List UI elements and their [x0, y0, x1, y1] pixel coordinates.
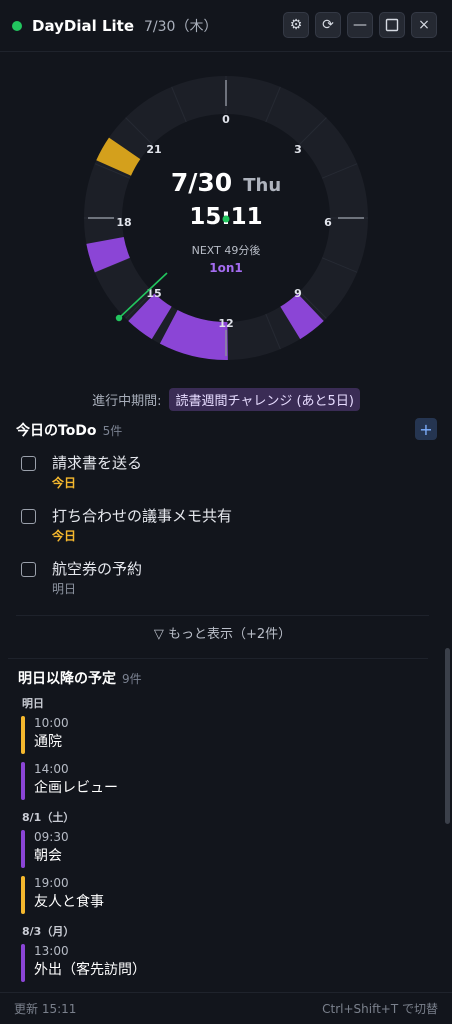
add-todo-button[interactable]: + — [415, 418, 437, 440]
next-label: NEXT 49分後 — [192, 243, 261, 257]
app-title: DayDial Lite — [32, 16, 135, 35]
todo-checkbox[interactable] — [21, 509, 36, 524]
todo-text: 航空券の予約 — [52, 560, 143, 578]
upcoming-section: 明日以降の予定 9件 明日 10:00 通院 14:00 企画レビュー 8/1（… — [0, 666, 445, 988]
active-period: 進行中期間: 読書週間チャレンジ (あと5日) — [0, 388, 452, 411]
maximize-button[interactable] — [379, 12, 405, 38]
event-color-bar — [21, 944, 25, 982]
hour-label-15: 15 — [146, 287, 161, 300]
next-event[interactable]: 1on1 — [209, 261, 243, 275]
close-button[interactable]: × — [411, 12, 437, 38]
now-hand-dot — [115, 314, 123, 322]
event-color-bar — [21, 716, 25, 754]
maximize-icon — [385, 18, 399, 32]
hour-label-3: 3 — [294, 143, 302, 156]
day-label: 明日 — [22, 697, 44, 710]
hour-label-18: 18 — [116, 216, 131, 229]
event-title: 友人と食事 — [34, 894, 104, 910]
event-time: 19:00 — [34, 876, 69, 890]
period-label: 進行中期間: — [92, 394, 162, 409]
event-item[interactable]: 13:00 外出（客先訪問） — [0, 942, 445, 988]
todo-header: 今日のToDo 5件 + — [0, 418, 445, 442]
center-now-dot — [222, 215, 230, 223]
updated-time: 更新 15:11 — [14, 1002, 77, 1016]
todo-text: 打ち合わせの議事メモ共有 — [52, 507, 233, 525]
todo-text: 請求書を送る — [52, 454, 143, 472]
minimize-icon: — — [353, 17, 367, 33]
window-controls: ⚙ ⟳ — × — [283, 12, 437, 38]
event-time: 14:00 — [34, 762, 69, 776]
event-item[interactable]: 10:00 通院 — [0, 714, 445, 760]
refresh-icon: ⟳ — [322, 17, 334, 33]
event-title: 企画レビュー — [34, 780, 118, 796]
period-badge[interactable]: 読書週間チャレンジ (あと5日) — [169, 388, 360, 411]
dial-svg: 0 3 6 9 12 15 18 21 7/30 Thu 15:11 NEXT … — [84, 76, 368, 360]
event-color-bar — [21, 830, 25, 868]
refresh-button[interactable]: ⟳ — [315, 12, 341, 38]
event-time: 10:00 — [34, 716, 69, 730]
event-title: 朝会 — [34, 848, 62, 864]
event-item[interactable]: 19:00 友人と食事 — [0, 874, 445, 920]
hour-label-0: 0 — [222, 113, 230, 126]
day-label: 8/1（土） — [22, 811, 75, 824]
close-icon: × — [418, 17, 430, 33]
event-title: 通院 — [34, 734, 62, 750]
center-date: 7/30 Thu — [171, 168, 281, 197]
scrollbar[interactable] — [445, 648, 450, 824]
todo-due: 今日 — [52, 476, 77, 490]
day-dial: 0 3 6 9 12 15 18 21 7/30 Thu 15:11 NEXT … — [0, 60, 452, 380]
status-dot-icon — [12, 20, 22, 31]
event-color-bar — [21, 876, 25, 914]
title-bar: DayDial Lite 7/30（木） ⚙ ⟳ — × — [0, 0, 452, 52]
minimize-button[interactable]: — — [347, 12, 373, 38]
todo-due: 明日 — [52, 582, 77, 596]
event-color-bar — [21, 762, 25, 800]
upcoming-list: 明日 10:00 通院 14:00 企画レビュー 8/1（土） 09:30 朝会… — [0, 694, 445, 988]
status-bar: 更新 15:11 Ctrl+Shift+T で切替 — [0, 992, 452, 1024]
event-time: 09:30 — [34, 830, 69, 844]
todo-checkbox[interactable] — [21, 562, 36, 577]
event-item[interactable]: 09:30 朝会 — [0, 828, 445, 874]
title-date: 7/30（木） — [144, 18, 218, 35]
hour-label-9: 9 — [294, 287, 302, 300]
todo-section: 今日のToDo 5件 + 請求書を送る 今日 打ち合わせの議事メモ共有 今日 航… — [0, 418, 445, 649]
upcoming-title: 明日以降の予定 — [18, 671, 116, 687]
section-divider — [8, 658, 428, 659]
settings-button[interactable]: ⚙ — [283, 12, 309, 38]
hour-label-21: 21 — [146, 143, 161, 156]
event-title: 外出（客先訪問） — [34, 962, 146, 978]
center-date-day: 7/30 — [171, 168, 232, 197]
todo-item[interactable]: 請求書を送る 今日 — [0, 452, 445, 505]
todo-count: 5件 — [102, 423, 123, 438]
todo-list: 請求書を送る 今日 打ち合わせの議事メモ共有 今日 航空券の予約 明日 — [0, 452, 445, 611]
event-item[interactable]: 14:00 企画レビュー — [0, 760, 445, 806]
todo-item[interactable]: 航空券の予約 明日 — [0, 558, 445, 611]
todo-title: 今日のToDo — [16, 423, 97, 439]
todo-due: 今日 — [52, 529, 77, 543]
hour-label-6: 6 — [324, 216, 332, 229]
todo-item[interactable]: 打ち合わせの議事メモ共有 今日 — [0, 505, 445, 558]
upcoming-header: 明日以降の予定 9件 — [0, 666, 445, 690]
upcoming-count: 9件 — [122, 671, 142, 686]
gear-icon: ⚙ — [289, 17, 303, 33]
todo-checkbox[interactable] — [21, 456, 36, 471]
show-more-button[interactable]: ▽ もっと表示（+2件） — [16, 615, 429, 649]
center-date-weekday: Thu — [243, 175, 281, 196]
shortcut-hint: Ctrl+Shift+T で切替 — [322, 1002, 438, 1016]
event-time: 13:00 — [34, 944, 69, 958]
plus-icon: + — [419, 419, 433, 439]
day-label: 8/3（月） — [22, 925, 75, 938]
hour-label-12: 12 — [218, 317, 233, 330]
